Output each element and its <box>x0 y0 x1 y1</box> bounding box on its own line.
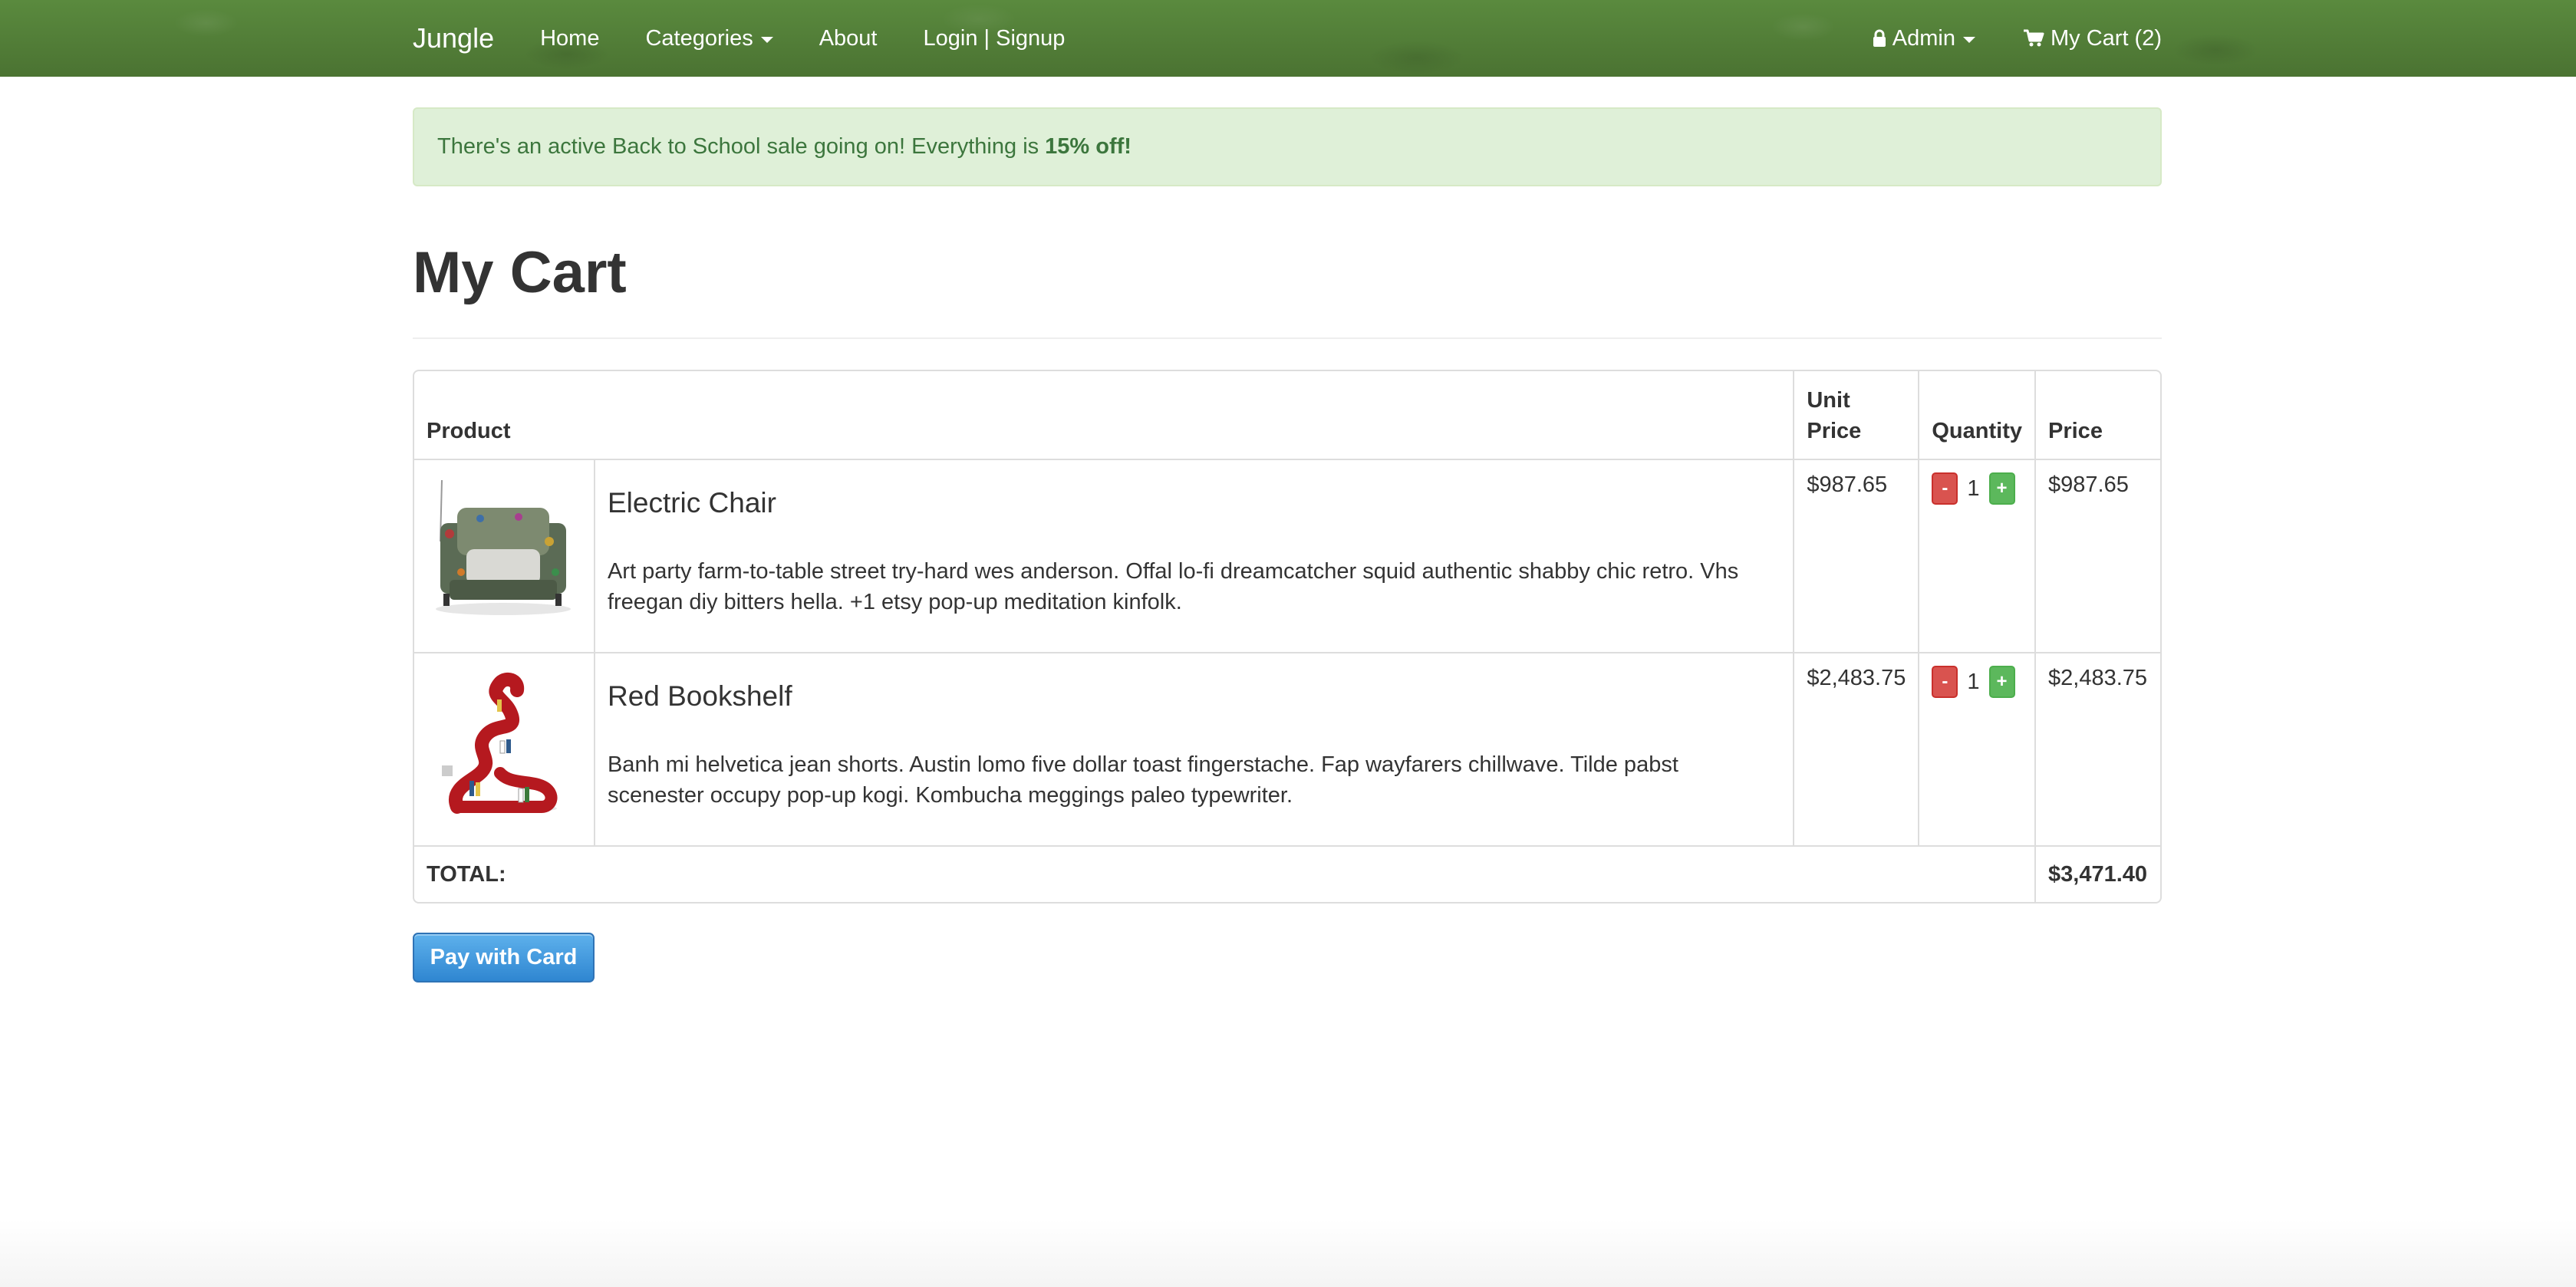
navbar-right: Admin My Cart (2) <box>1825 26 2162 51</box>
header-price: Price <box>2034 371 2160 459</box>
total-label: TOTAL: <box>414 845 2034 902</box>
product-name[interactable]: Red Bookshelf <box>608 680 1780 713</box>
header-quantity: Quantity <box>1918 371 2034 459</box>
table-header-row: Product Unit Price Quantity Price <box>414 371 2160 459</box>
increase-quantity-button[interactable]: + <box>1988 472 2015 505</box>
product-image-cell <box>414 459 594 652</box>
my-cart-label: My Cart (2) <box>2051 25 2162 51</box>
nav-home-link[interactable]: Home <box>540 26 599 51</box>
nav-categories-dropdown[interactable]: Categories <box>645 25 773 51</box>
line-price-cell: $2,483.75 <box>2034 652 2160 845</box>
increase-quantity-button[interactable]: + <box>1988 666 2015 698</box>
unit-price-cell: $987.65 <box>1793 459 1919 652</box>
lock-icon <box>1873 29 1886 47</box>
product-name[interactable]: Electric Chair <box>608 487 1780 519</box>
admin-dropdown[interactable]: Admin <box>1873 26 1975 51</box>
chevron-down-icon <box>1963 36 1975 43</box>
quantity-value: 1 <box>1967 669 1980 694</box>
decrease-quantity-button[interactable]: - <box>1932 666 1958 698</box>
header-product: Product <box>427 419 511 443</box>
nav-categories-label: Categories <box>645 25 753 51</box>
nav-about-link[interactable]: About <box>819 26 878 51</box>
header-unit-price: Unit Price <box>1793 371 1918 459</box>
quantity-stepper: - 1 + <box>1932 472 2022 505</box>
brand-link[interactable]: Jungle <box>413 22 494 54</box>
decrease-quantity-button[interactable]: - <box>1932 472 1958 505</box>
sale-alert: There's an active Back to School sale go… <box>413 107 2162 186</box>
product-info-cell: Electric Chair Art party farm-to-table s… <box>593 459 1794 652</box>
table-row: Red Bookshelf Banh mi helvetica jean sho… <box>414 652 2160 845</box>
table-row: Electric Chair Art party farm-to-table s… <box>414 459 2160 652</box>
page-bottom-shadow <box>0 1220 2576 1287</box>
electric-chair-image[interactable] <box>427 472 578 624</box>
product-info-cell: Red Bookshelf Banh mi helvetica jean sho… <box>593 652 1794 845</box>
red-bookshelf-image[interactable] <box>427 666 578 818</box>
line-price-cell: $987.65 <box>2034 459 2160 652</box>
pay-with-card-button[interactable]: Pay with Card <box>413 933 595 983</box>
title-divider <box>413 337 2162 339</box>
quantity-cell: - 1 + <box>1918 652 2034 845</box>
my-cart-link[interactable]: My Cart (2) <box>2023 26 2162 51</box>
unit-price-cell: $2,483.75 <box>1793 652 1919 845</box>
product-image-cell <box>414 652 594 845</box>
cart-table: Product Unit Price Quantity Price Electr… <box>413 370 2162 904</box>
page-title: My Cart <box>413 240 627 305</box>
navbar-container: Jungle Home Categories About Login | Sig… <box>413 0 2162 77</box>
product-description: Banh mi helvetica jean shorts. Austin lo… <box>607 752 1678 808</box>
quantity-cell: - 1 + <box>1918 459 2034 652</box>
sale-alert-text: There's an active Back to School sale go… <box>437 134 1039 159</box>
admin-label: Admin <box>1892 25 1955 51</box>
total-row: TOTAL: $3,471.40 <box>414 845 2160 902</box>
top-navbar: Jungle Home Categories About Login | Sig… <box>0 0 2576 77</box>
nav-login-signup-link[interactable]: Login | Signup <box>924 26 1066 51</box>
chevron-down-icon <box>760 36 773 43</box>
product-description: Art party farm-to-table street try-hard … <box>607 558 1739 614</box>
sale-alert-highlight: 15% off! <box>1045 134 1132 159</box>
quantity-stepper: - 1 + <box>1932 666 2022 698</box>
shopping-cart-icon <box>2024 29 2044 47</box>
total-value: $3,471.40 <box>2034 845 2160 902</box>
quantity-value: 1 <box>1967 476 1980 501</box>
